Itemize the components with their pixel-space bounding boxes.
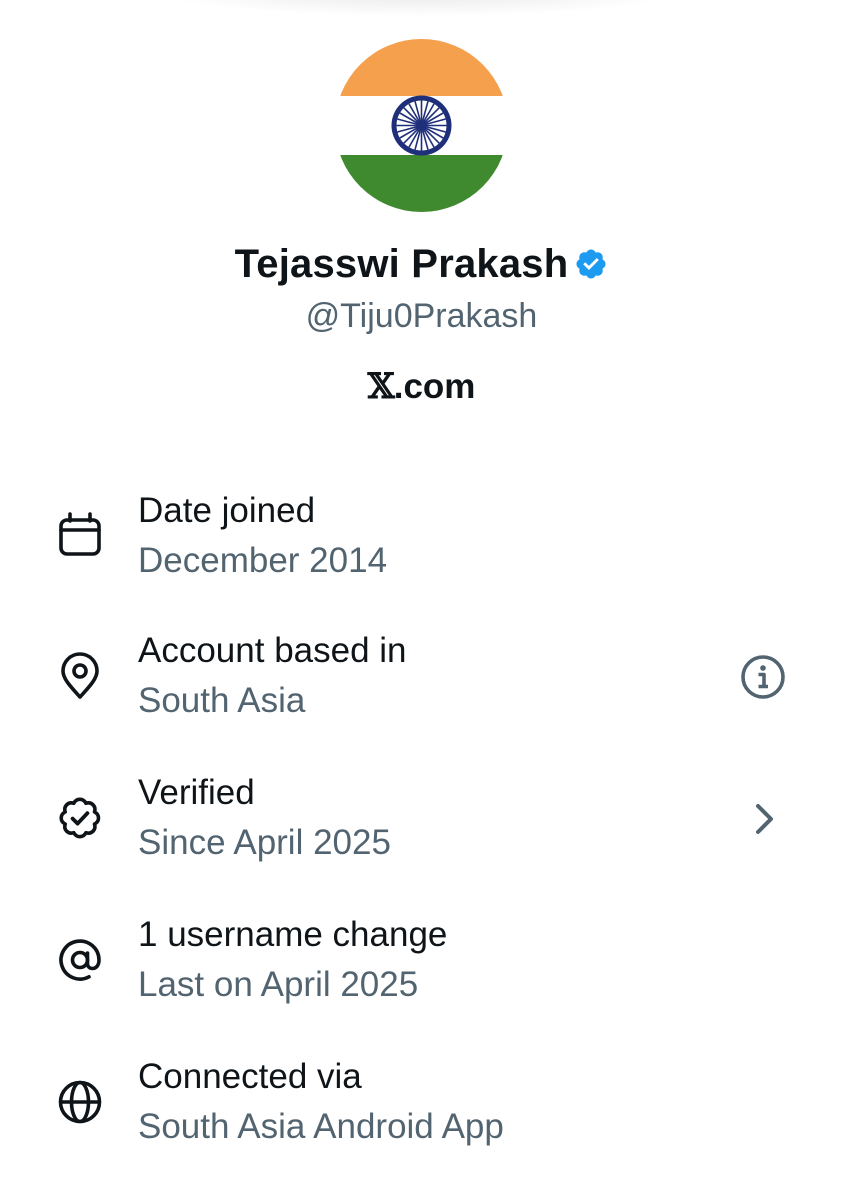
info-row-username-change: 1 username change Last on April 2025 [0,908,843,1028]
connected-via-label: Connected via [138,1057,362,1096]
profile-name-text: Tejasswi Prakash [234,242,569,286]
info-row-verified[interactable]: Verified Since April 2025 [0,766,843,886]
username-change-label: 1 username change [138,915,448,954]
verified-value: Since April 2025 [138,823,391,862]
avatar[interactable] [335,39,508,212]
globe-icon [58,1080,102,1124]
verified-badge-outline-icon [59,797,101,839]
account-based-in-label: Account based in [138,631,407,670]
site-suffix: .com [393,367,476,406]
info-row-date-joined: Date joined December 2014 [0,482,843,602]
verified-label: Verified [138,773,255,812]
india-flag-avatar-image [335,39,508,212]
account-based-in-value: South Asia [138,681,306,720]
at-sign-icon [59,939,101,981]
verified-check-icon[interactable] [574,247,608,281]
info-row-connected-via: Connected via South Asia Android App [0,1050,843,1170]
date-joined-label: Date joined [138,491,316,530]
profile-name-group: Tejasswi Prakash [235,236,609,292]
date-joined-value: December 2014 [138,541,388,580]
username-change-value: Last on April 2025 [138,965,419,1004]
chevron-right-icon[interactable] [741,795,789,843]
info-row-account-based-in: Account based in South Asia [0,624,843,744]
info-icon[interactable] [739,653,787,701]
profile-handle: @Tiju0Prakash [305,297,538,335]
x-logo-text: 𝕏 [367,366,395,407]
calendar-icon [59,512,101,556]
connected-via-value: South Asia Android App [138,1107,504,1146]
location-pin-icon [61,652,99,699]
header-shadow [150,0,690,16]
profile-name: Tejasswi Prakash [0,236,843,292]
x-com-label[interactable]: 𝕏.com [0,364,843,410]
